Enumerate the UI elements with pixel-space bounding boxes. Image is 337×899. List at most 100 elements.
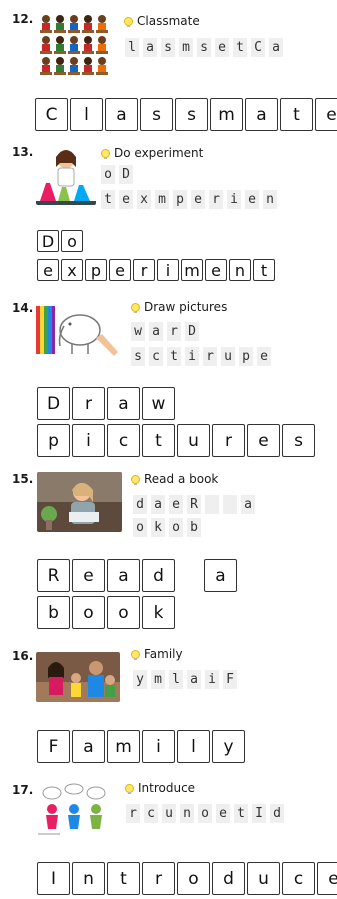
answer-letter-box[interactable]: n xyxy=(229,259,251,281)
answer-letter-box[interactable]: e xyxy=(37,259,59,281)
answer-letter-box[interactable]: x xyxy=(61,259,83,281)
answer-letter-box[interactable]: c xyxy=(107,424,140,457)
answer-letter-box[interactable]: d xyxy=(142,559,175,592)
answer-letter-box[interactable]: s xyxy=(282,424,315,457)
answer-letter-box[interactable]: s xyxy=(140,98,173,131)
answer-letter-box[interactable]: a xyxy=(72,730,105,763)
scrambled-letter: o xyxy=(169,518,183,537)
answer-letter-box[interactable]: a xyxy=(245,98,278,131)
scrambled-letter: s xyxy=(197,38,211,57)
answer-letter-box[interactable]: c xyxy=(282,862,315,895)
answer-letter-box[interactable]: u xyxy=(177,424,210,457)
answer-letter-box[interactable]: e xyxy=(205,259,227,281)
answer-letter-box[interactable]: C xyxy=(35,98,68,131)
answer-letter-box[interactable]: m xyxy=(181,259,203,281)
exercise-title: Draw pictures xyxy=(131,300,227,314)
answer-letter-box[interactable]: t xyxy=(107,862,140,895)
answer-letter-box[interactable]: o xyxy=(107,596,140,629)
answer-boxes[interactable]: Draw xyxy=(37,387,175,420)
scrambled-letter: s xyxy=(161,38,175,57)
answer-letter-box[interactable]: m xyxy=(210,98,243,131)
answer-boxes[interactable]: Family xyxy=(37,730,245,763)
answer-letter-box[interactable]: o xyxy=(177,862,210,895)
scrambled-letters: ymlaiF xyxy=(133,670,237,689)
answer-letter-box[interactable]: r xyxy=(142,862,175,895)
answer-letter-box[interactable]: i xyxy=(142,730,175,763)
answer-letter-box[interactable]: D xyxy=(37,387,70,420)
answer-letter-box[interactable]: w xyxy=(142,387,175,420)
answer-letter-box[interactable]: r xyxy=(212,424,245,457)
answer-letter-box[interactable]: t xyxy=(142,424,175,457)
answer-letter-box[interactable]: s xyxy=(175,98,208,131)
answer-letter-box[interactable]: e xyxy=(247,424,280,457)
answer-letter-box[interactable]: m xyxy=(107,730,140,763)
scrambled-letter: a xyxy=(151,495,165,514)
answer-letter-box[interactable]: D xyxy=(37,230,59,252)
scrambled-letter: r xyxy=(203,347,217,366)
answer-letter-box[interactable]: k xyxy=(142,596,175,629)
lightbulb-icon xyxy=(124,17,133,27)
answer-letter-box[interactable]: t xyxy=(280,98,313,131)
answer-letter-box[interactable]: r xyxy=(133,259,155,281)
answer-boxes[interactable]: Classmate xyxy=(35,98,337,131)
scrambled-letter: p xyxy=(239,347,253,366)
scrambled-letter: i xyxy=(185,347,199,366)
exercise-title: Family xyxy=(131,647,183,661)
answer-boxes[interactable]: pictures xyxy=(37,424,315,457)
answer-letter-box[interactable]: n xyxy=(72,862,105,895)
answer-boxes[interactable]: book xyxy=(37,596,175,629)
answer-letter-box[interactable]: r xyxy=(72,387,105,420)
answer-letter-box[interactable]: e xyxy=(109,259,131,281)
answer-letter-box[interactable]: I xyxy=(37,862,70,895)
scrambled-letters: rcunoetId xyxy=(126,804,284,823)
scrambled-letter: i xyxy=(205,670,219,689)
exercise-number: 14. xyxy=(12,301,34,315)
answer-letter-box[interactable]: F xyxy=(37,730,70,763)
answer-boxes[interactable]: Do xyxy=(37,230,83,252)
scrambled-letter: u xyxy=(221,347,235,366)
scrambled-letter: I xyxy=(252,804,266,823)
scrambled-letter: a xyxy=(149,322,163,341)
answer-boxes[interactable]: Introduce xyxy=(37,862,337,895)
scrambled-letter: c xyxy=(149,347,163,366)
scrambled-letter: o xyxy=(133,518,147,537)
scrambled-letters: okob xyxy=(133,518,201,537)
scrambled-letter: a xyxy=(143,38,157,57)
answer-letter-box[interactable]: e xyxy=(315,98,337,131)
exercise-number: 15. xyxy=(12,472,34,486)
answer-boxes[interactable]: experiment xyxy=(37,259,275,281)
answer-letter-box[interactable]: p xyxy=(37,424,70,457)
answer-letter-box[interactable]: e xyxy=(72,559,105,592)
answer-letter-box[interactable]: t xyxy=(253,259,275,281)
answer-letter-box[interactable]: p xyxy=(85,259,107,281)
scrambled-letter: u xyxy=(162,804,176,823)
answer-letter-box[interactable]: l xyxy=(177,730,210,763)
scrambled-letter: l xyxy=(169,670,183,689)
answer-letter-box[interactable]: d xyxy=(212,862,245,895)
answer-letter-box[interactable]: b xyxy=(37,596,70,629)
answer-letter-box[interactable]: a xyxy=(105,98,138,131)
scrambled-letter: R xyxy=(187,495,201,514)
scrambled-letter: s xyxy=(131,347,145,366)
answer-letter-box[interactable]: a xyxy=(107,559,140,592)
answer-boxes[interactable]: Reada xyxy=(37,559,237,592)
family-photo-icon xyxy=(36,652,120,702)
girl-lab-flasks-icon xyxy=(36,143,96,205)
answer-letter-box[interactable]: o xyxy=(72,596,105,629)
answer-letter-box[interactable]: i xyxy=(72,424,105,457)
answer-letter-box[interactable]: a xyxy=(107,387,140,420)
lightbulb-icon xyxy=(131,650,140,660)
answer-letter-box[interactable]: i xyxy=(157,259,179,281)
answer-letter-box[interactable]: o xyxy=(61,230,83,252)
exercise-number: 12. xyxy=(12,12,34,26)
answer-letter-box[interactable]: e xyxy=(317,862,337,895)
answer-letter-box[interactable]: u xyxy=(247,862,280,895)
exercise-number: 17. xyxy=(12,783,34,797)
answer-letter-box[interactable]: R xyxy=(37,559,70,592)
woman-reading-icon xyxy=(37,472,122,532)
answer-letter-box[interactable]: y xyxy=(212,730,245,763)
answer-letter-box[interactable]: l xyxy=(70,98,103,131)
answer-letter-box[interactable]: a xyxy=(204,559,237,592)
scrambled-letter: k xyxy=(151,518,165,537)
scrambled-letter: w xyxy=(131,322,145,341)
